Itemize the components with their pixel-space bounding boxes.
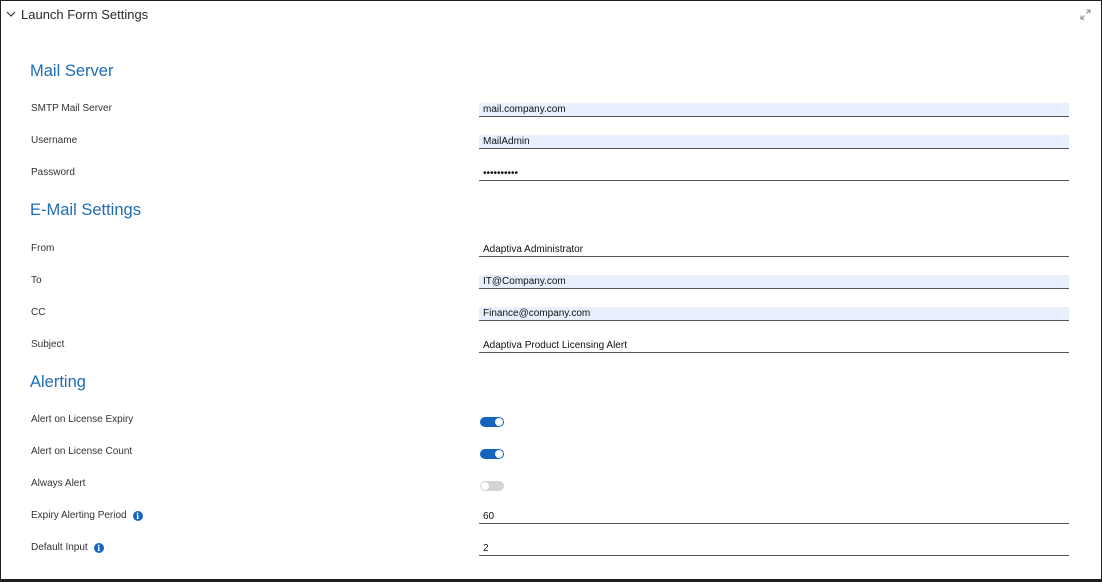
expiry-period-label: Expiry Alerting Period i	[31, 510, 143, 521]
always-alert-toggle[interactable]	[480, 481, 504, 491]
cc-label: CC	[31, 307, 46, 318]
alert-expiry-toggle[interactable]	[480, 417, 504, 427]
chevron-down-icon[interactable]	[6, 9, 16, 19]
to-input[interactable]	[479, 275, 1069, 289]
password-input[interactable]	[479, 167, 1069, 181]
toggle-knob	[495, 450, 503, 458]
launch-form-settings-panel: Launch Form Settings Mail Server SMTP Ma…	[0, 0, 1102, 582]
subject-label: Subject	[31, 339, 65, 350]
panel-header[interactable]: Launch Form Settings	[1, 1, 1101, 29]
smtp-server-input[interactable]	[479, 103, 1069, 117]
from-label: From	[31, 243, 55, 254]
alert-count-label: Alert on License Count	[31, 446, 133, 457]
username-input[interactable]	[479, 135, 1069, 149]
cc-input[interactable]	[479, 307, 1069, 321]
smtp-label: SMTP Mail Server	[31, 103, 112, 114]
expiry-period-input[interactable]	[479, 510, 1069, 524]
toggle-knob	[495, 418, 503, 426]
panel-title: Launch Form Settings	[21, 7, 149, 22]
always-alert-label: Always Alert	[31, 478, 86, 489]
subject-input[interactable]	[479, 339, 1069, 353]
expand-icon[interactable]	[1080, 9, 1091, 20]
from-input[interactable]	[479, 243, 1069, 257]
password-label: Password	[31, 167, 75, 178]
username-label: Username	[31, 135, 78, 146]
alert-count-toggle[interactable]	[480, 449, 504, 459]
toggle-knob	[481, 482, 489, 490]
alerting-heading: Alerting	[30, 373, 86, 391]
email-settings-heading: E-Mail Settings	[30, 201, 141, 219]
default-input-label: Default Input i	[31, 542, 104, 553]
info-icon[interactable]: i	[93, 542, 104, 553]
mail-server-heading: Mail Server	[30, 62, 114, 80]
info-icon[interactable]: i	[132, 510, 143, 521]
to-label: To	[31, 275, 42, 286]
alert-expiry-label: Alert on License Expiry	[31, 414, 134, 425]
default-input-field[interactable]	[479, 542, 1069, 556]
